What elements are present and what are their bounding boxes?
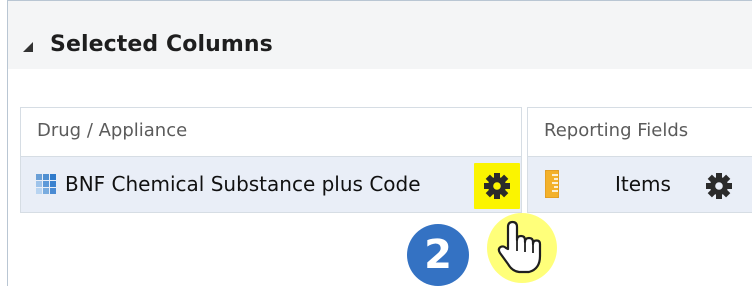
- panel-title: Selected Columns: [50, 32, 273, 57]
- gear-icon[interactable]: [474, 163, 520, 209]
- column-chip-label: Items: [615, 172, 671, 196]
- column-chip-label: BNF Chemical Substance plus Code: [65, 172, 421, 196]
- column-chip-items[interactable]: Items: [528, 157, 752, 212]
- group-header: Reporting Fields: [528, 108, 752, 157]
- hand-cursor-icon: [497, 220, 542, 274]
- triangle-collapse-icon[interactable]: [23, 42, 33, 52]
- grid-icon: [36, 174, 56, 194]
- step-badge: 2: [407, 224, 469, 286]
- panel-header[interactable]: Selected Columns: [8, 1, 752, 69]
- group-header: Drug / Appliance: [21, 108, 521, 157]
- column-chip-bnf-chemical-substance[interactable]: BNF Chemical Substance plus Code: [21, 157, 521, 212]
- gear-icon[interactable]: [696, 163, 742, 209]
- ruler-icon: [545, 170, 559, 198]
- group-title: Reporting Fields: [544, 120, 689, 141]
- column-group-drug-appliance: Drug / Appliance BNF Chemical Substance …: [20, 107, 522, 213]
- group-title: Drug / Appliance: [37, 120, 188, 141]
- column-group-reporting-fields: Reporting Fields Items: [527, 107, 752, 213]
